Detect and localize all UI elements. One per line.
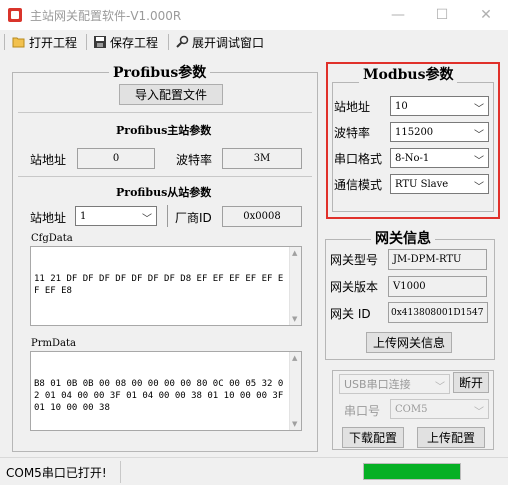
app-icon (8, 8, 22, 22)
chevron-down-icon: ﹀ (474, 156, 484, 167)
debug-window-label: 展开调试窗口 (192, 35, 265, 50)
chevron-down-icon: ﹀ (474, 182, 484, 193)
modbus-baud-label: 波特率 (334, 126, 371, 140)
scroll-up-icon[interactable]: ▲ (292, 249, 297, 257)
chevron-down-icon: ﹀ (474, 407, 484, 418)
minimize-button[interactable]: — (376, 0, 420, 30)
status-text: COM5串口已打开! (6, 466, 107, 480)
connection-type-select[interactable]: USB串口连接 ﹀ (339, 374, 450, 394)
maximize-button[interactable]: ☐ (420, 0, 464, 30)
toolbar-separator (86, 34, 87, 50)
divider (167, 205, 168, 227)
cfgdata-label: CfgData (31, 233, 73, 244)
master-address-field: 0 (77, 148, 155, 169)
com-port-select[interactable]: COM5 ﹀ (390, 399, 489, 419)
scroll-down-icon[interactable]: ▼ (292, 315, 297, 323)
connection-progress-indicator (363, 463, 461, 480)
com-port-label: 串口号 (344, 404, 381, 418)
master-baud-label: 波特率 (176, 153, 213, 167)
toolbar-separator (168, 34, 169, 50)
slave-address-label: 站地址 (30, 211, 67, 225)
save-project-button[interactable]: 保存工程 (90, 33, 161, 51)
comm-mode-value: RTU Slave (395, 178, 449, 190)
window-title: 主站网关配置软件-V1.000R (30, 9, 182, 23)
cfgdata-textarea[interactable]: 11 21 DF DF DF DF DF DF DF D8 EF EF EF E… (30, 246, 302, 326)
modbus-address-value: 10 (395, 100, 408, 112)
close-button[interactable]: ✕ (464, 0, 508, 30)
gateway-version-label: 网关版本 (330, 280, 379, 294)
open-project-label: 打开工程 (29, 35, 78, 50)
gateway-id-label: 网关 ID (330, 307, 371, 321)
vendor-id-field: 0x0008 (222, 206, 302, 227)
scroll-up-icon[interactable]: ▲ (292, 354, 297, 362)
prmdata-textarea[interactable]: B8 01 0B 0B 00 08 00 00 00 00 80 0C 00 0… (30, 351, 302, 431)
profibus-slave-title: Profibus从站参数 (112, 184, 216, 200)
connection-type-value: USB串口连接 (344, 378, 411, 391)
gateway-id-field: 0x413808001D1547 (388, 302, 488, 323)
status-divider (120, 461, 121, 483)
comm-mode-label: 通信模式 (334, 178, 383, 192)
slave-address-select[interactable]: 1 ﹀ (75, 206, 157, 226)
serial-format-value: 8-No-1 (395, 152, 430, 164)
gateway-model-field: JM-DPM-RTU (388, 249, 487, 270)
gateway-version-field: V1000 (388, 276, 487, 297)
serial-format-select[interactable]: 8-No-1 ﹀ (390, 148, 489, 168)
wrench-icon (175, 35, 189, 49)
import-config-button[interactable]: 导入配置文件 (119, 84, 223, 105)
cfgdata-scrollbar[interactable]: ▲ ▼ (289, 247, 301, 325)
comm-mode-select[interactable]: RTU Slave ﹀ (390, 174, 489, 194)
gateway-info-title: 网关信息 (371, 228, 435, 248)
serial-format-label: 串口格式 (334, 152, 383, 166)
com-port-value: COM5 (395, 403, 428, 415)
divider (18, 112, 312, 113)
vendor-id-label: 厂商ID (175, 211, 212, 225)
upload-config-button[interactable]: 上传配置 (417, 427, 485, 448)
prmdata-text: B8 01 0B 0B 00 08 00 00 00 00 80 0C 00 0… (34, 379, 289, 413)
cfgdata-text: 11 21 DF DF DF DF DF DF DF D8 EF EF EF E… (34, 274, 284, 296)
prmdata-scrollbar[interactable]: ▲ ▼ (289, 352, 301, 430)
master-baud-field: 3M (222, 148, 302, 169)
upload-gateway-info-button[interactable]: 上传网关信息 (366, 332, 452, 353)
disconnect-button[interactable]: 断开 (453, 372, 489, 393)
gateway-model-label: 网关型号 (330, 253, 379, 267)
modbus-address-label: 站地址 (334, 100, 371, 114)
chevron-down-icon: ﹀ (474, 130, 484, 141)
scroll-down-icon[interactable]: ▼ (292, 420, 297, 428)
master-address-label: 站地址 (30, 153, 67, 167)
modbus-baud-value: 115200 (395, 126, 434, 138)
profibus-master-title: Profibus主站参数 (112, 122, 216, 138)
debug-window-button[interactable]: 展开调试窗口 (172, 33, 267, 51)
status-bar: COM5串口已打开! (0, 457, 508, 485)
chevron-down-icon: ﹀ (435, 382, 445, 393)
profibus-title: Profibus参数 (109, 62, 211, 82)
chevron-down-icon: ﹀ (142, 214, 152, 225)
slave-address-value: 1 (80, 210, 87, 222)
modbus-baud-select[interactable]: 115200 ﹀ (390, 122, 489, 142)
title-bar: 主站网关配置软件-V1.000R — ☐ ✕ (0, 0, 508, 30)
chevron-down-icon: ﹀ (474, 104, 484, 115)
toolbar-separator (4, 34, 5, 50)
save-disk-icon (93, 35, 107, 49)
toolbar: 打开工程 保存工程 展开调试窗口 (0, 30, 508, 54)
save-project-label: 保存工程 (110, 35, 159, 50)
prmdata-label: PrmData (31, 338, 76, 349)
open-project-button[interactable]: 打开工程 (9, 33, 80, 51)
open-folder-icon (12, 35, 26, 49)
modbus-address-select[interactable]: 10 ﹀ (390, 96, 489, 116)
divider (18, 176, 312, 177)
modbus-title: Modbus参数 (359, 64, 458, 84)
download-config-button[interactable]: 下载配置 (342, 427, 404, 448)
